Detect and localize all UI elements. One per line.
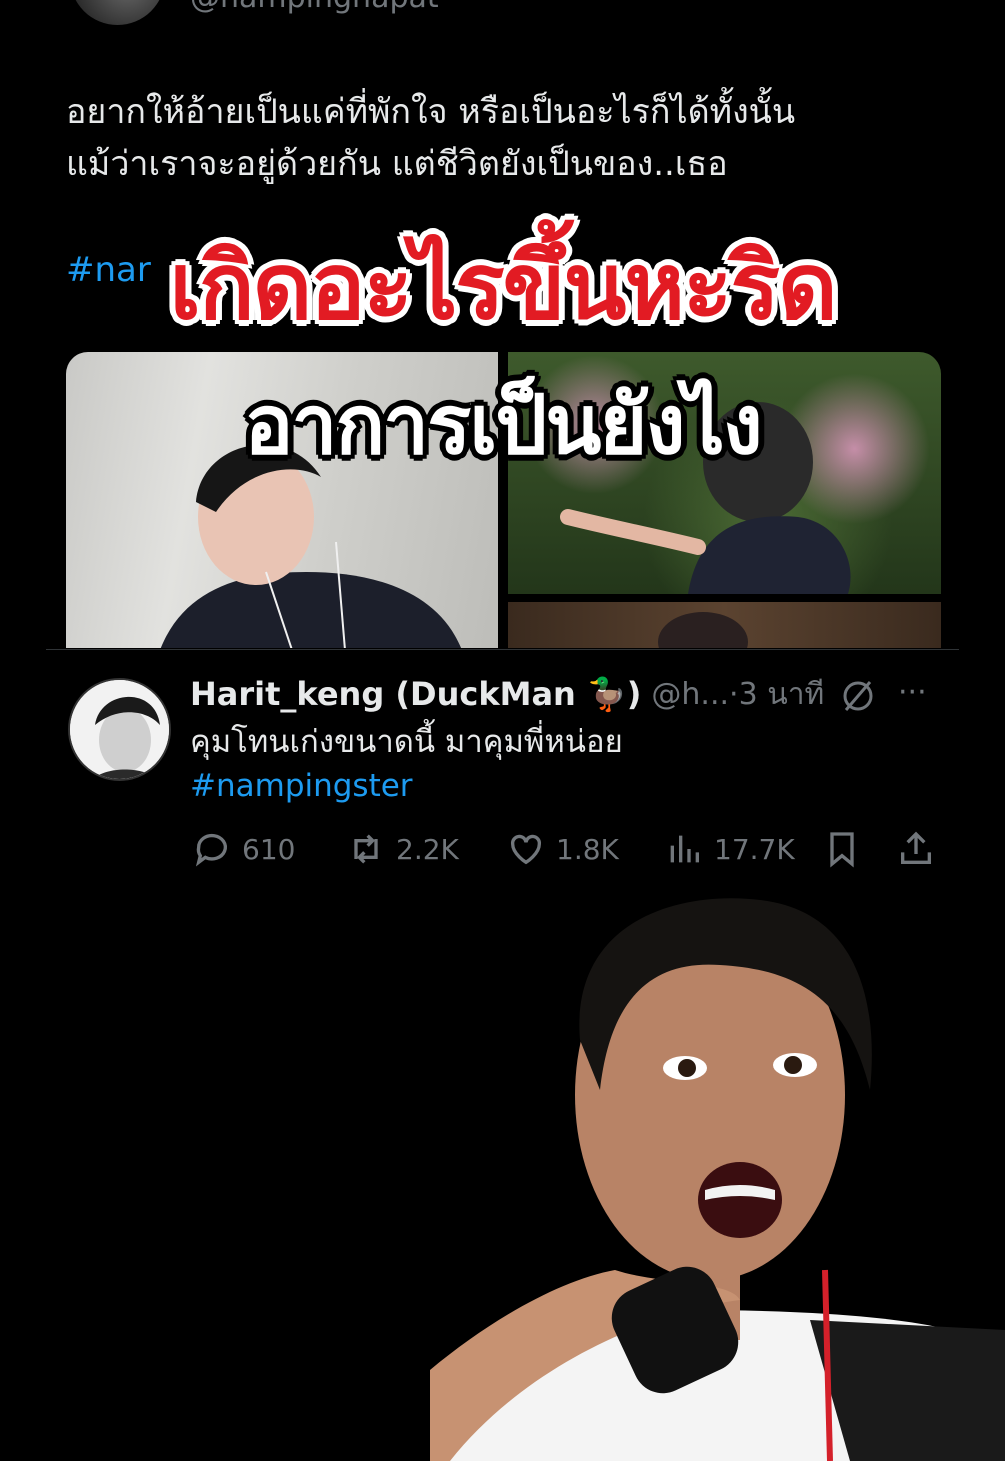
quoted-tweet-text: อยากให้อ้ายเป็นแค่ที่พักใจ หรือเป็นอะไรก… <box>66 86 946 190</box>
like-button[interactable]: 1.8K <box>506 826 619 872</box>
quoted-tweet-line-1: อยากให้อ้ายเป็นแค่ที่พักใจ หรือเป็นอะไรก… <box>66 92 796 132</box>
reply-author-handle-time[interactable]: @h...·3 นาที <box>651 671 824 718</box>
reply-hashtag[interactable]: #nampingster <box>190 764 413 808</box>
retweet-count: 2.2K <box>396 832 459 866</box>
avatar-portrait <box>70 680 169 779</box>
overlay-headline-2: อาการเป็นยังไง <box>244 378 763 473</box>
presenter-video-overlay <box>430 898 1005 1461</box>
reply-icon <box>195 833 227 867</box>
reply-author-row[interactable]: Harit_keng (DuckMan 🦆) @h...·3 นาที <box>190 672 824 716</box>
more-icon[interactable]: ··· <box>898 676 938 716</box>
bookmark-icon <box>830 832 854 868</box>
reply-text: คุมโทนเก่งขนาดนี้ มาคุมพี่หน่อย <box>190 724 623 760</box>
overlay-headline-1: เกิดอะไรขึ้นหะริด <box>169 233 837 340</box>
views-count: 17.7K <box>714 832 795 866</box>
media-photo-3[interactable] <box>508 602 941 648</box>
reply-author-avatar[interactable] <box>68 678 171 781</box>
like-icon <box>510 834 542 865</box>
photo-door-illustration <box>658 612 748 648</box>
quoted-author-avatar[interactable] <box>70 0 165 25</box>
reply-author-name[interactable]: Harit_keng (DuckMan 🦆) <box>190 675 641 713</box>
retweet-button[interactable]: 2.2K <box>346 826 459 872</box>
reply-button[interactable]: 610 <box>192 826 295 872</box>
quoted-tweet-line-2: แม้ว่าเราจะอยู่ด้วยกัน แต่ชีวิตยังเป็นขอ… <box>66 144 728 184</box>
like-count: 1.8K <box>556 832 619 866</box>
grok-icon[interactable] <box>838 676 878 716</box>
bookmark-button[interactable] <box>822 826 862 872</box>
views-button[interactable]: 17.7K <box>664 826 795 872</box>
views-icon <box>670 835 699 863</box>
quoted-author-handle[interactable]: @nampinghapat <box>190 0 439 15</box>
tweet-divider <box>46 649 959 650</box>
share-button[interactable] <box>896 826 936 872</box>
share-icon <box>901 831 931 864</box>
retweet-icon <box>354 834 378 864</box>
reply-count: 610 <box>242 832 296 866</box>
